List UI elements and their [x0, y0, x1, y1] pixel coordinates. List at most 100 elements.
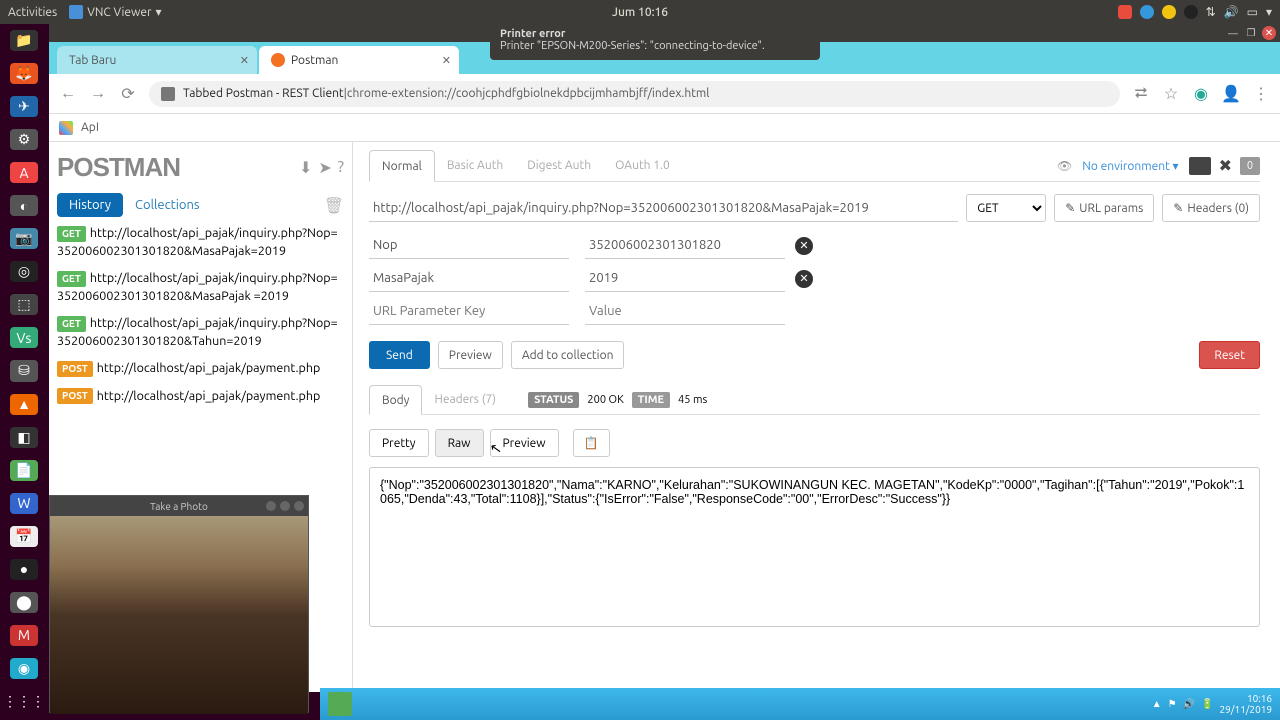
- app-icon[interactable]: 📷: [10, 228, 38, 249]
- auth-tab-oauth[interactable]: OAuth 1.0: [603, 150, 682, 182]
- apps-grid-icon[interactable]: ⋮⋮⋮: [10, 691, 38, 712]
- app-icon[interactable]: M: [10, 625, 38, 646]
- files-icon[interactable]: 📁: [10, 30, 38, 51]
- app-indicator[interactable]: VNC Viewer ▾: [69, 5, 161, 19]
- tray-icon[interactable]: [1184, 5, 1198, 19]
- collections-tab[interactable]: Collections: [123, 193, 212, 217]
- tray-icon[interactable]: ▲: [1152, 698, 1162, 710]
- trash-icon[interactable]: 🗑: [324, 196, 344, 215]
- auth-tab-normal[interactable]: Normal: [369, 150, 435, 182]
- app-icon[interactable]: ◉: [10, 658, 38, 679]
- env-count-badge[interactable]: 0: [1240, 157, 1260, 175]
- history-item[interactable]: POSThttp://localhost/api_pajak/payment.p…: [57, 360, 344, 378]
- vnc-icon[interactable]: Vs: [10, 327, 38, 348]
- app-icon[interactable]: ⛁: [10, 360, 38, 381]
- browser-tab[interactable]: Postman ✕: [259, 46, 459, 74]
- notification-toast[interactable]: Printer error Printer "EPSON-M200-Series…: [490, 24, 820, 60]
- browser-tab[interactable]: Tab Baru ✕: [57, 46, 257, 74]
- method-select[interactable]: GET: [966, 194, 1046, 222]
- telegram-icon[interactable]: ✈: [10, 96, 38, 117]
- app-icon[interactable]: 📅: [10, 526, 38, 547]
- terminal-icon[interactable]: ⬚: [10, 294, 38, 315]
- chrome-icon[interactable]: [1162, 5, 1176, 19]
- app-icon[interactable]: 📄: [10, 460, 38, 481]
- eye-icon[interactable]: 👁: [1057, 159, 1072, 173]
- bookmark-star-icon[interactable]: ☆: [1162, 85, 1180, 103]
- window-close-icon[interactable]: [294, 501, 304, 511]
- download-icon[interactable]: ⬇: [299, 158, 312, 177]
- history-item[interactable]: GEThttp://localhost/api_pajak/inquiry.ph…: [57, 225, 344, 260]
- window-minimize-icon[interactable]: —: [1226, 26, 1240, 40]
- window-maximize-icon[interactable]: ❐: [1244, 26, 1258, 40]
- window-minimize-icon[interactable]: [266, 501, 276, 511]
- environment-selector[interactable]: No environment ▾: [1082, 159, 1178, 173]
- request-url-input[interactable]: [369, 195, 958, 222]
- response-body[interactable]: {"Nop":"352006002301301820","Nama":"KARN…: [369, 467, 1260, 627]
- view-pretty-button[interactable]: Pretty: [369, 429, 429, 457]
- back-icon[interactable]: ←: [59, 85, 77, 103]
- profile-icon[interactable]: 👤: [1222, 85, 1240, 103]
- app-icon[interactable]: A: [10, 162, 38, 183]
- auth-tab-basic[interactable]: Basic Auth: [435, 150, 515, 182]
- send-button[interactable]: Send: [369, 341, 430, 369]
- window-maximize-icon[interactable]: [280, 501, 290, 511]
- window-close-icon[interactable]: ✕: [1262, 26, 1276, 40]
- reset-button[interactable]: Reset: [1199, 341, 1260, 369]
- help-icon[interactable]: ?: [338, 158, 344, 177]
- tray-icon[interactable]: 🔋: [1201, 698, 1213, 710]
- system-tray[interactable]: ⇅ 🔊 ▭ ▾: [1118, 5, 1272, 19]
- taskbar-tray[interactable]: ▲ ⚑ 🔊 🔋 10:16 29/11/2019: [1152, 693, 1272, 715]
- network-icon[interactable]: ⇅: [1206, 5, 1216, 19]
- param-key-input[interactable]: [369, 265, 569, 292]
- history-item[interactable]: GEThttp://localhost/api_pajak/inquiry.ph…: [57, 315, 344, 350]
- app-icon[interactable]: ◧: [10, 427, 38, 448]
- param-delete-icon[interactable]: ✕: [795, 270, 813, 288]
- vlc-icon[interactable]: ▲: [10, 394, 38, 415]
- cheese-window[interactable]: Take a Photo: [49, 495, 309, 713]
- settings-icon[interactable]: ✖: [1219, 156, 1232, 175]
- app-icon[interactable]: ●: [10, 559, 38, 580]
- param-key-input[interactable]: [369, 298, 569, 325]
- headers-button[interactable]: ✎ Headers (0): [1162, 194, 1260, 222]
- translate-icon[interactable]: ⮂: [1132, 85, 1150, 103]
- bookmark-item[interactable]: ApI: [81, 121, 99, 134]
- tray-icon[interactable]: 🔊: [1183, 698, 1195, 710]
- preview-button[interactable]: Preview: [438, 341, 503, 369]
- history-item[interactable]: GEThttp://localhost/api_pajak/inquiry.ph…: [57, 270, 344, 305]
- app-icon[interactable]: ◐: [10, 195, 38, 216]
- add-collection-button[interactable]: Add to collection: [511, 341, 625, 369]
- firefox-icon[interactable]: 🦊: [10, 63, 38, 84]
- param-delete-icon[interactable]: ✕: [795, 237, 813, 255]
- extension-icon[interactable]: ◉: [1192, 85, 1210, 103]
- battery-icon[interactable]: ▭: [1247, 5, 1258, 19]
- tray-icon[interactable]: [1140, 5, 1154, 19]
- url-params-button[interactable]: ✎ URL params: [1054, 194, 1154, 222]
- address-bar[interactable]: Tabbed Postman - REST Client | chrome-ex…: [149, 81, 1120, 107]
- history-item[interactable]: POSThttp://localhost/api_pajak/payment.p…: [57, 388, 344, 406]
- power-icon[interactable]: ▾: [1266, 5, 1272, 19]
- param-value-input[interactable]: [585, 265, 785, 292]
- param-value-input[interactable]: [585, 232, 785, 259]
- app-icon[interactable]: ⚙: [10, 129, 38, 150]
- tab-close-icon[interactable]: ✕: [240, 54, 249, 67]
- param-key-input[interactable]: [369, 232, 569, 259]
- copy-response-icon[interactable]: 📋: [573, 429, 610, 457]
- auth-tab-digest[interactable]: Digest Auth: [515, 150, 603, 182]
- apps-icon[interactable]: [59, 121, 73, 135]
- response-tab-body[interactable]: Body: [369, 385, 422, 415]
- param-value-input[interactable]: [585, 298, 785, 325]
- app-icon[interactable]: ⬤: [10, 592, 38, 613]
- share-icon[interactable]: ➤: [318, 158, 331, 177]
- keyboard-icon[interactable]: [1189, 157, 1211, 175]
- activities-button[interactable]: Activities: [8, 6, 57, 19]
- tray-icon[interactable]: [1118, 5, 1132, 19]
- volume-icon[interactable]: 🔊: [1224, 5, 1239, 19]
- tab-close-icon[interactable]: ✕: [442, 54, 451, 67]
- view-raw-button[interactable]: Raw: [435, 429, 484, 457]
- menu-icon[interactable]: ⋮: [1252, 85, 1270, 103]
- forward-icon[interactable]: →: [89, 85, 107, 103]
- tray-icon[interactable]: ⚑: [1168, 698, 1177, 710]
- obs-icon[interactable]: ◎: [10, 261, 38, 282]
- response-tab-headers[interactable]: Headers (7): [422, 385, 508, 415]
- app-icon[interactable]: W: [10, 493, 38, 514]
